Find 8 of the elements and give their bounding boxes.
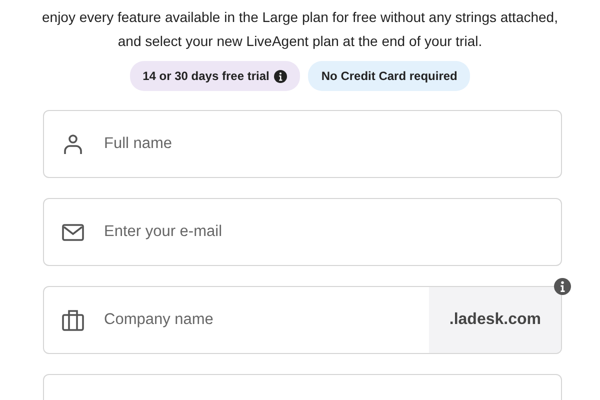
intro-text: enjoy every feature available in the Large plan for free without any strings attached, and select your new LiveAgent plan at the end of your trial. xyxy=(41,8,559,51)
trial-badge: No Credit Card required xyxy=(308,61,470,91)
person-icon xyxy=(61,132,85,156)
text-input[interactable]: Company name xyxy=(102,287,430,353)
trial-badge: 14 or 30 days free trial xyxy=(130,61,300,91)
form-field[interactable]: Company name .ladesk.com xyxy=(43,286,562,354)
briefcase-icon xyxy=(61,308,85,332)
domain-suffix: .ladesk.com xyxy=(429,287,561,353)
